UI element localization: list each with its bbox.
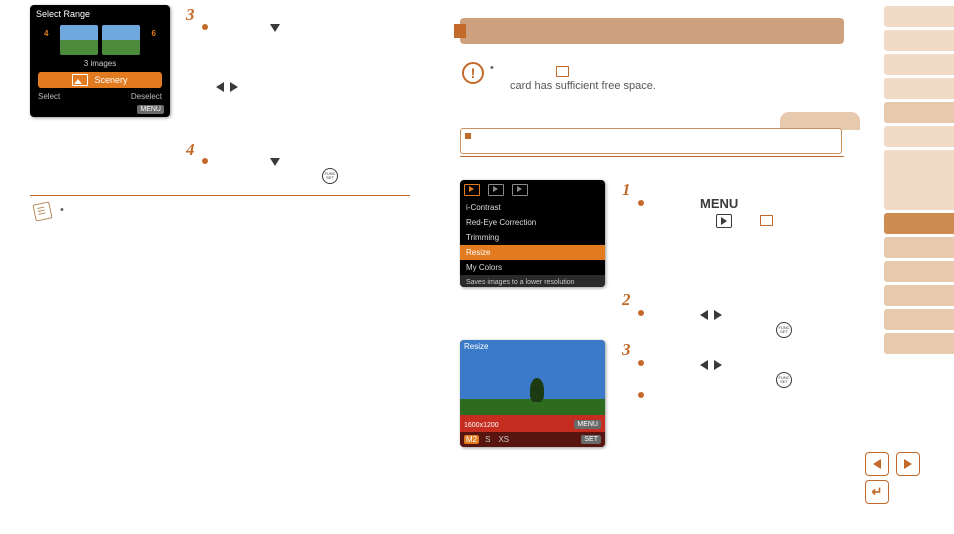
prev-page-button[interactable] bbox=[865, 452, 889, 476]
lcd1-title: Select Range bbox=[30, 5, 170, 23]
divider bbox=[30, 195, 410, 196]
side-tab[interactable] bbox=[884, 285, 954, 306]
r-step1-number: 1 bbox=[622, 180, 631, 200]
menu-item: i-Contrast bbox=[460, 200, 605, 215]
heading-bar bbox=[460, 18, 844, 44]
lcd1-thumbs bbox=[30, 23, 170, 57]
pencil-note-icon bbox=[32, 201, 52, 221]
chevron-right-icon bbox=[904, 459, 912, 469]
func-set-icon bbox=[776, 372, 792, 388]
lcd3-title: Resize bbox=[460, 340, 492, 353]
triangle-right-icon bbox=[230, 82, 238, 92]
lcd3-menu-badge: MENU bbox=[574, 420, 601, 429]
menu-item-selected: Resize bbox=[460, 245, 605, 260]
side-tab[interactable] bbox=[884, 30, 954, 51]
side-tab[interactable] bbox=[884, 261, 954, 282]
side-tab[interactable] bbox=[884, 126, 954, 147]
r-step1-bullet bbox=[638, 200, 644, 206]
lcd1-num-left: 4 bbox=[44, 29, 48, 38]
triangle-left-icon bbox=[700, 310, 708, 320]
warn-text: card has sufficient free space. bbox=[510, 80, 656, 92]
lcd3-size-row: M2 S XS SET bbox=[460, 432, 605, 447]
triangle-left-icon bbox=[700, 360, 708, 370]
lcd1-deselect: Deselect bbox=[131, 92, 162, 101]
scenery-label: Scenery bbox=[94, 75, 127, 85]
lcd1-select: Select bbox=[38, 92, 60, 101]
lcd3-resolution: 1600x1200 bbox=[464, 422, 499, 429]
menu-item: Red-Eye Correction bbox=[460, 215, 605, 230]
heading-marker bbox=[454, 24, 466, 38]
side-tab[interactable] bbox=[884, 102, 954, 123]
menu-desc: Saves images to a lower resolution bbox=[460, 275, 605, 287]
r-step2-bullet bbox=[638, 310, 644, 316]
warning-icon bbox=[462, 62, 484, 84]
lcd2-tabs bbox=[460, 180, 605, 200]
lcd3-tree bbox=[530, 378, 544, 402]
warn-bullet: • bbox=[490, 62, 494, 74]
divider bbox=[460, 156, 844, 157]
next-page-button[interactable] bbox=[896, 452, 920, 476]
sub-heading-bar bbox=[460, 128, 842, 154]
side-tab[interactable] bbox=[884, 54, 954, 75]
side-tab[interactable] bbox=[884, 150, 954, 210]
r-step2-number: 2 bbox=[622, 290, 631, 310]
triangle-down-icon bbox=[270, 24, 280, 32]
scenery-icon bbox=[72, 74, 88, 86]
page: Select Range 4 6 3 images Scenery Select… bbox=[0, 0, 954, 534]
chevron-left-icon bbox=[873, 459, 881, 469]
section-heading-block bbox=[460, 18, 844, 44]
lcd-menu: i-Contrast Red-Eye Correction Trimming R… bbox=[460, 180, 605, 287]
side-tab[interactable] bbox=[884, 78, 954, 99]
step4-bullet bbox=[202, 158, 208, 164]
side-tab-active[interactable] bbox=[884, 213, 954, 234]
size-s: S bbox=[483, 435, 492, 444]
lcd1-thumb bbox=[102, 25, 140, 55]
menu-item: My Colors bbox=[460, 260, 605, 275]
lcd-select-range: Select Range 4 6 3 images Scenery Select… bbox=[30, 5, 170, 117]
book-icon bbox=[556, 66, 569, 77]
lcd1-count: 3 images bbox=[30, 59, 170, 68]
lcd1-thumb bbox=[60, 25, 98, 55]
r-step3-bullet2 bbox=[638, 392, 644, 398]
step4-number: 4 bbox=[186, 140, 195, 160]
lcd1-scenery-tag: Scenery bbox=[38, 72, 162, 88]
side-tab[interactable] bbox=[884, 6, 954, 27]
r-step3-number: 3 bbox=[622, 340, 631, 360]
print-tab-icon bbox=[488, 184, 504, 196]
side-tab[interactable] bbox=[884, 237, 954, 258]
return-icon: ↵ bbox=[871, 484, 882, 500]
sub-marker bbox=[465, 133, 471, 139]
lcd3-set-badge: SET bbox=[581, 435, 601, 444]
lcd1-num-right: 6 bbox=[152, 29, 156, 38]
lcd1-menu-badge: MENU bbox=[137, 105, 164, 114]
side-tabs bbox=[884, 6, 954, 357]
triangle-right-icon bbox=[714, 310, 722, 320]
step3-number: 3 bbox=[186, 5, 195, 25]
step3-bullet bbox=[202, 24, 208, 30]
r-step3-bullet bbox=[638, 360, 644, 366]
triangle-right-icon bbox=[714, 360, 722, 370]
menu-button-label: MENU bbox=[700, 196, 738, 211]
side-tab[interactable] bbox=[884, 333, 954, 354]
note-bullet: • bbox=[60, 204, 64, 216]
side-tab[interactable] bbox=[884, 309, 954, 330]
lcd-resize: Resize 1600x1200 MENU M2 S XS SET bbox=[460, 340, 605, 447]
lcd1-bottom: Select Deselect bbox=[30, 88, 170, 105]
menu-item: Trimming bbox=[460, 230, 605, 245]
book-icon bbox=[760, 215, 773, 226]
play-tab-icon bbox=[464, 184, 480, 196]
triangle-down-icon bbox=[270, 158, 280, 166]
size-m2: M2 bbox=[464, 435, 479, 444]
setup-tab-icon bbox=[512, 184, 528, 196]
size-xs: XS bbox=[496, 435, 511, 444]
return-button[interactable]: ↵ bbox=[865, 480, 889, 504]
func-set-icon bbox=[776, 322, 792, 338]
page-nav: ↵ bbox=[865, 452, 924, 504]
triangle-left-icon bbox=[216, 82, 224, 92]
play-mode-icon bbox=[716, 214, 732, 228]
func-set-icon bbox=[322, 168, 338, 184]
